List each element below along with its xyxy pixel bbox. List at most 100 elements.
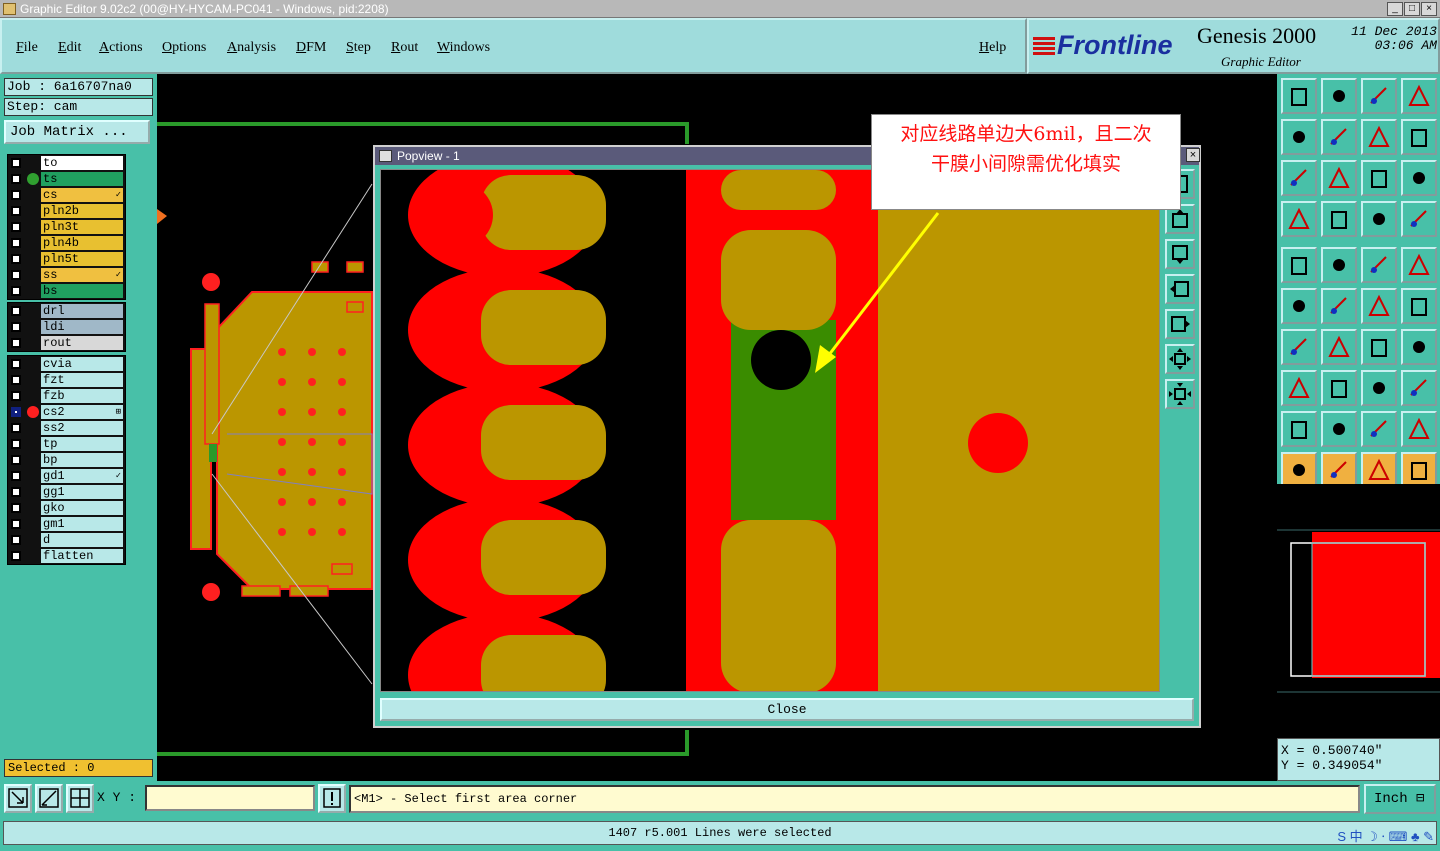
house-icon[interactable]: [1361, 78, 1397, 114]
job-matrix-button[interactable]: Job Matrix ...: [4, 120, 150, 144]
layer-row-gd1[interactable]: gd1 ✓: [8, 468, 125, 484]
layer-checkbox[interactable]: [11, 375, 21, 385]
menu-actions[interactable]: Actions: [99, 40, 143, 56]
layer-checkbox[interactable]: [11, 322, 21, 332]
minimap[interactable]: [1277, 484, 1440, 738]
close-window-button[interactable]: ×: [1421, 2, 1437, 16]
popview-pan-right-button[interactable]: [1165, 309, 1195, 339]
pad-icon[interactable]: [1281, 247, 1317, 283]
layer-checkbox[interactable]: [11, 407, 21, 417]
node-icon[interactable]: [1281, 288, 1317, 324]
box-icon[interactable]: [1361, 370, 1397, 406]
menu-analysis[interactable]: Analysis: [227, 40, 276, 56]
layer-row-gko[interactable]: gko: [8, 500, 125, 516]
layer-checkbox[interactable]: [11, 306, 21, 316]
layer-name[interactable]: cs2 ⊞: [41, 405, 123, 419]
popview-zoom-in-button[interactable]: [1165, 379, 1195, 409]
down-icon[interactable]: [1321, 78, 1357, 114]
layer-checkbox[interactable]: [11, 519, 21, 529]
layer-row-ss[interactable]: ss ✓: [8, 267, 125, 283]
popview-pan-left-button[interactable]: [1165, 274, 1195, 304]
layer-name[interactable]: flatten: [41, 549, 123, 563]
layer-name[interactable]: to: [41, 156, 123, 170]
layer-row-rout[interactable]: rout: [8, 335, 125, 351]
layer-row-pln5t[interactable]: pln5t: [8, 251, 125, 267]
layer-row-fzb[interactable]: fzb: [8, 388, 125, 404]
layer-row-bp[interactable]: bp: [8, 452, 125, 468]
measure-icon[interactable]: [1361, 247, 1397, 283]
layer-checkbox[interactable]: [11, 158, 21, 168]
layer-checkbox[interactable]: [11, 254, 21, 264]
layer-row-cvia[interactable]: cvia: [8, 356, 125, 372]
layer-row-ldi[interactable]: ldi: [8, 319, 125, 335]
layers-icon[interactable]: [1361, 201, 1397, 237]
layer-row-gg1[interactable]: gg1: [8, 484, 125, 500]
layer-row-ts[interactable]: ts: [8, 171, 125, 187]
layer-row-fzt[interactable]: fzt: [8, 372, 125, 388]
layer-checkbox[interactable]: [11, 391, 21, 401]
cross-icon[interactable]: [1321, 288, 1357, 324]
layer-name[interactable]: cs ✓: [41, 188, 123, 202]
layer-name[interactable]: pln5t: [41, 252, 123, 266]
layer-row-drl[interactable]: drl: [8, 303, 125, 319]
layer-row-bs[interactable]: bs: [8, 283, 125, 299]
layer-name[interactable]: gko: [41, 501, 123, 515]
layer-name[interactable]: fzt: [41, 373, 123, 387]
layer-name[interactable]: cvia: [41, 357, 123, 371]
slash-icon[interactable]: [1321, 329, 1357, 365]
layer-row-pln3t[interactable]: pln3t: [8, 219, 125, 235]
layer-row-to[interactable]: to: [8, 155, 125, 171]
tri-d-icon[interactable]: [1401, 411, 1437, 447]
angle-icon[interactable]: [1281, 329, 1317, 365]
menu-help[interactable]: Help: [979, 40, 1006, 56]
layer-name[interactable]: bp: [41, 453, 123, 467]
layer-name[interactable]: ts: [41, 172, 123, 186]
left-icon[interactable]: [1281, 119, 1317, 155]
layer-row-pln4b[interactable]: pln4b: [8, 235, 125, 251]
s-curve-icon[interactable]: [1401, 119, 1437, 155]
layer-row-cs2[interactable]: cs2 ⊞: [8, 404, 125, 420]
xy-input[interactable]: [145, 785, 315, 811]
pointer-icon[interactable]: [1281, 452, 1317, 488]
layer-checkbox[interactable]: [11, 238, 21, 248]
layer-name[interactable]: ss ✓: [41, 268, 123, 282]
home-icon[interactable]: [1281, 78, 1317, 114]
layer-checkbox[interactable]: [11, 338, 21, 348]
line-icon[interactable]: [1321, 247, 1357, 283]
ime-tray-icons[interactable]: S 中 ☽ ⸱ ⌨ ♣ ✎: [1337, 826, 1434, 845]
layer-name[interactable]: pln4b: [41, 236, 123, 250]
layer-checkbox[interactable]: [11, 174, 21, 184]
layer-name[interactable]: ldi: [41, 320, 123, 334]
layer-checkbox[interactable]: [11, 423, 21, 433]
layer-row-cs[interactable]: cs ✓: [8, 187, 125, 203]
tri-b-icon[interactable]: [1321, 411, 1357, 447]
layer-row-ss2[interactable]: ss2: [8, 420, 125, 436]
layer-checkbox[interactable]: [11, 206, 21, 216]
layer-checkbox[interactable]: [11, 286, 21, 296]
layer-name[interactable]: bs: [41, 284, 123, 298]
layer-row-tp[interactable]: tp: [8, 436, 125, 452]
connect-icon[interactable]: [1361, 288, 1397, 324]
center-icon[interactable]: [1321, 160, 1357, 196]
arc-icon[interactable]: [1361, 329, 1397, 365]
menu-dfm[interactable]: DFM: [296, 40, 326, 56]
route-icon[interactable]: [1401, 288, 1437, 324]
layer-name[interactable]: drl: [41, 304, 123, 318]
layer-checkbox[interactable]: [11, 551, 21, 561]
right-icon[interactable]: [1321, 119, 1357, 155]
layer-name[interactable]: gd1 ✓: [41, 469, 123, 483]
menu-edit[interactable]: Edit: [58, 40, 81, 56]
circles-icon[interactable]: [1401, 370, 1437, 406]
layer-checkbox[interactable]: [11, 535, 21, 545]
minus-icon[interactable]: [1321, 370, 1357, 406]
scale-icon[interactable]: [1361, 160, 1397, 196]
split-icon[interactable]: [1281, 370, 1317, 406]
layer-row-flatten[interactable]: flatten: [8, 548, 125, 564]
menu-step[interactable]: Step: [346, 40, 371, 56]
alert-button[interactable]: [318, 784, 346, 813]
layer-checkbox[interactable]: [11, 222, 21, 232]
popview-close-button[interactable]: Close: [380, 698, 1194, 721]
select-icon[interactable]: [1321, 452, 1357, 488]
layer-name[interactable]: gm1: [41, 517, 123, 531]
layer-row-gm1[interactable]: gm1: [8, 516, 125, 532]
